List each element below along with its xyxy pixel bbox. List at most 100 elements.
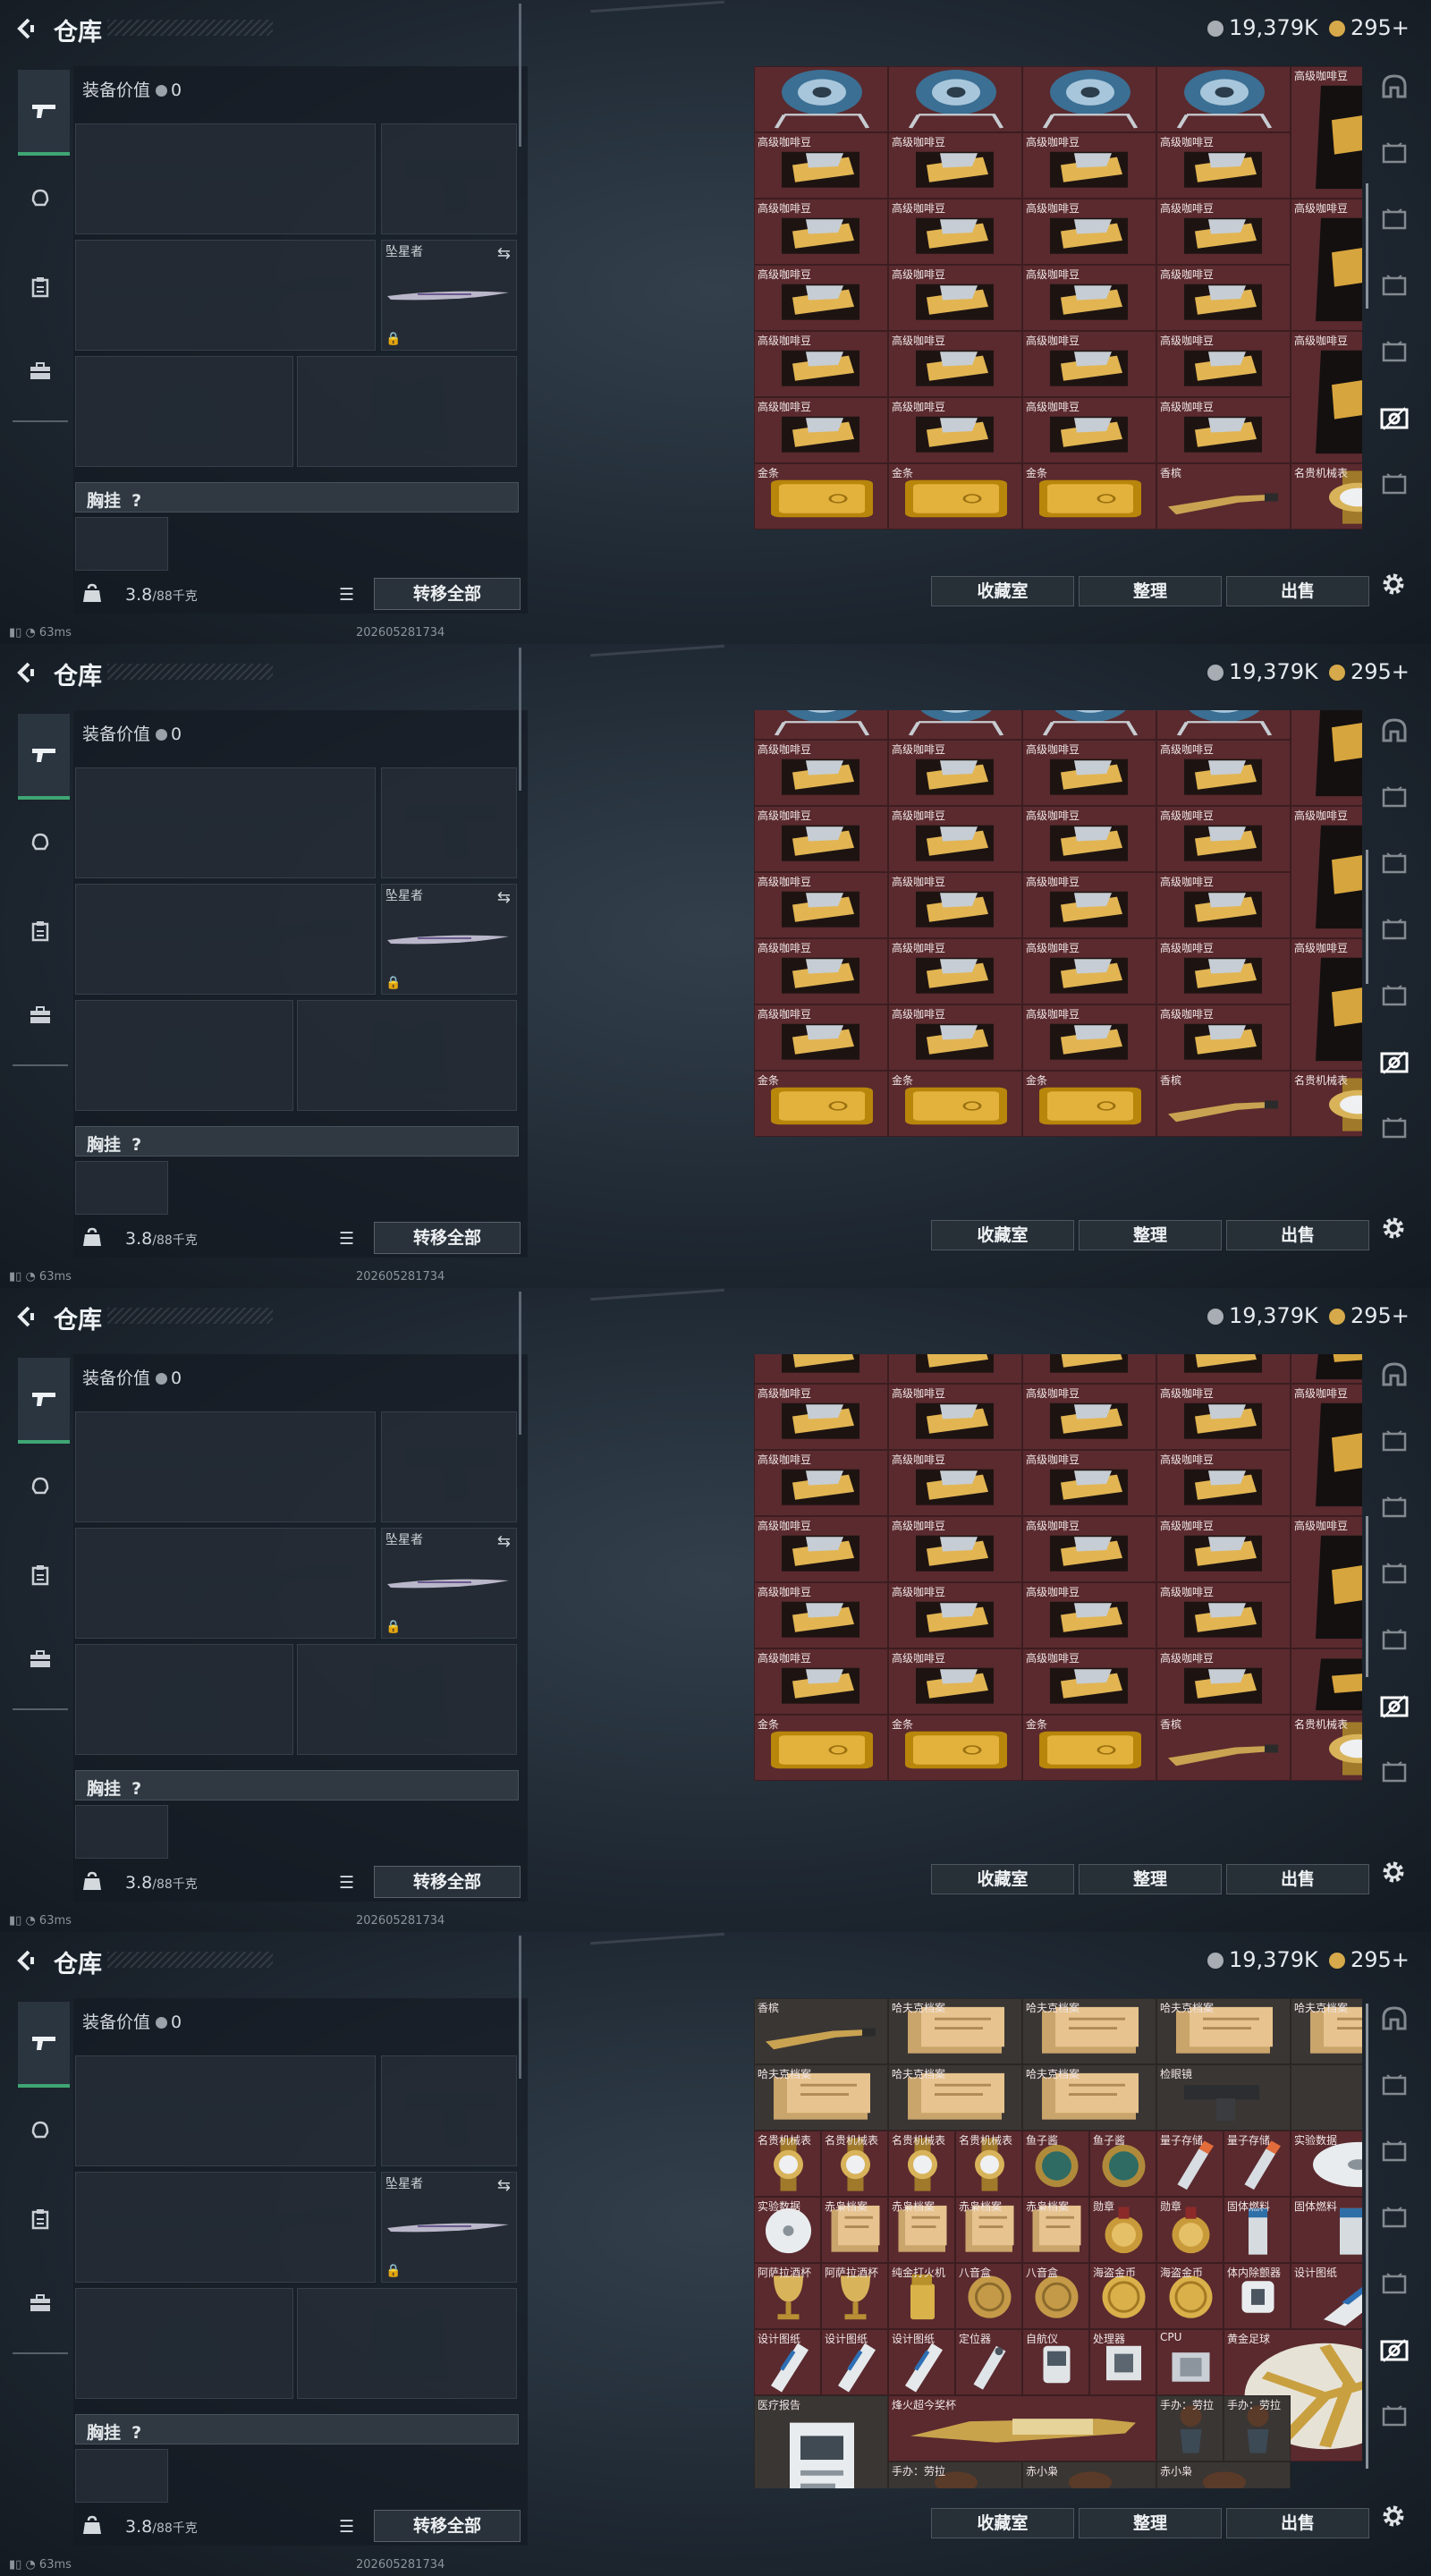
grid-item[interactable]: 处理器: [1089, 2329, 1156, 2395]
grid-item[interactable]: 高级咖啡豆: [1022, 1648, 1156, 1716]
grid-item[interactable]: 高级咖啡豆: [754, 132, 888, 199]
grid-item[interactable]: 实验数据: [754, 2197, 821, 2263]
pistol-slot[interactable]: [381, 123, 517, 234]
secondary-weapon-slot[interactable]: [75, 240, 376, 351]
help-icon[interactable]: ?: [131, 1779, 141, 1799]
grid-item[interactable]: 高级咖啡豆: [888, 1450, 1022, 1517]
grid-item[interactable]: 量子存储: [1156, 2131, 1224, 2197]
grid-item[interactable]: 高级咖啡豆: [888, 265, 1022, 331]
organize-button[interactable]: 整理: [1079, 1864, 1222, 1894]
pistol-slot[interactable]: [381, 2055, 517, 2166]
gtl-icon[interactable]: [1379, 782, 1410, 812]
collection-button[interactable]: 收藏室: [931, 2508, 1074, 2538]
grid-item[interactable]: 勋章: [1156, 2197, 1224, 2263]
tv-icon[interactable]: [1379, 1492, 1410, 1522]
grid-item[interactable]: 香槟: [1156, 463, 1291, 530]
list-icon[interactable]: ☰: [339, 1229, 354, 1249]
sidebar-armor-tab[interactable]: [20, 1465, 61, 1506]
sidebar-armor-tab[interactable]: [20, 821, 61, 862]
grid-item[interactable]: 哈夫克档案: [1291, 1998, 1362, 2064]
equipment-scrollbar[interactable]: [519, 648, 521, 791]
grid-item[interactable]: 高级咖啡豆: [888, 1582, 1022, 1649]
grid-item[interactable]: 高级咖啡豆: [754, 806, 888, 873]
equipment-scrollbar[interactable]: [519, 1292, 521, 1435]
gold-currency[interactable]: 295+: [1329, 1947, 1410, 1972]
sell-button[interactable]: 出售: [1226, 1864, 1369, 1894]
grid-item[interactable]: 高级咖啡豆: [1156, 199, 1291, 265]
gear-icon[interactable]: [1380, 1859, 1407, 1885]
grid-item[interactable]: 高级咖啡豆: [1156, 806, 1291, 873]
grid-item[interactable]: 高级咖啡豆: [1291, 806, 1362, 939]
grid-item[interactable]: 自航仪: [1022, 2329, 1089, 2395]
grid-item[interactable]: 固体燃料: [1224, 2197, 1291, 2263]
grid-item[interactable]: [1022, 710, 1156, 741]
tv-icon[interactable]: [1379, 2136, 1410, 2166]
grid-item[interactable]: 手办：劳拉: [888, 2462, 1022, 2488]
grid-item[interactable]: 赤枭档案: [821, 2197, 888, 2263]
grid-item[interactable]: [1156, 710, 1291, 741]
grid-item[interactable]: 高级咖啡豆: [1156, 1384, 1291, 1451]
grid-item[interactable]: 高级咖啡豆: [1156, 938, 1291, 1005]
grid-item[interactable]: 高级咖啡豆: [754, 872, 888, 939]
secondary-weapon-slot[interactable]: [75, 2172, 376, 2283]
primary-weapon-slot[interactable]: [75, 123, 376, 234]
grid-item[interactable]: 赤枭档案: [955, 2197, 1022, 2263]
camera-icon[interactable]: [1379, 1046, 1410, 1077]
grid-item[interactable]: 烽火超今奖杯: [888, 2395, 1156, 2462]
grid-item[interactable]: 海盗金币: [1089, 2263, 1156, 2329]
grid-item[interactable]: 高级咖啡豆: [1022, 1004, 1156, 1072]
grid-item[interactable]: 高级咖啡豆: [888, 1648, 1022, 1716]
help-icon[interactable]: ?: [131, 1135, 141, 1155]
chest-rig-header[interactable]: 胸挂 ?: [75, 1126, 519, 1157]
grid-item[interactable]: [1022, 1354, 1156, 1385]
grid-item[interactable]: 高级咖啡豆: [888, 938, 1022, 1005]
grid-item[interactable]: 手办：劳拉: [1224, 2395, 1291, 2462]
list-icon[interactable]: ☰: [339, 2517, 354, 2537]
grid-item[interactable]: 高级咖啡豆: [1156, 872, 1291, 939]
grid-item[interactable]: 哈夫克档案: [1022, 1998, 1156, 2064]
grid-item[interactable]: 高级咖啡豆: [1022, 1582, 1156, 1649]
camera-icon[interactable]: [1379, 402, 1410, 433]
grid-item[interactable]: 高级咖啡豆: [1291, 199, 1362, 331]
grid-item[interactable]: 高级咖啡豆: [1022, 740, 1156, 807]
grid-item[interactable]: 设计图纸: [754, 2329, 821, 2395]
primary-weapon-slot[interactable]: [75, 2055, 376, 2166]
helmet-slot[interactable]: [75, 1000, 293, 1111]
chest-rig-header[interactable]: 胸挂 ?: [75, 2414, 519, 2445]
grid-item[interactable]: 高级咖啡豆: [888, 331, 1022, 397]
grid-item[interactable]: 香槟: [1156, 1715, 1291, 1782]
grid-item[interactable]: 名贵机械表: [754, 2131, 821, 2197]
grid-item[interactable]: 设计图纸: [888, 2329, 955, 2395]
grid-item[interactable]: 高级咖啡豆: [1291, 1516, 1362, 1649]
melee-slot[interactable]: 坠星者 ⇆ 🔒: [381, 240, 517, 351]
helmet-slot[interactable]: [75, 2288, 293, 2399]
sidebar-backpack-tab[interactable]: [20, 351, 61, 392]
melee-slot[interactable]: 坠星者 ⇆ 🔒: [381, 884, 517, 995]
grid-item[interactable]: 高级咖啡豆: [888, 1004, 1022, 1072]
grid-item[interactable]: 高级咖啡豆: [754, 1648, 888, 1716]
grid-item[interactable]: 金条: [888, 1715, 1022, 1782]
tv2-icon[interactable]: [1379, 1558, 1410, 1589]
grid-item[interactable]: 高级咖啡豆: [1156, 132, 1291, 199]
grid-item[interactable]: 高级咖啡豆: [1156, 1004, 1291, 1072]
collection-button[interactable]: 收藏室: [931, 1220, 1074, 1250]
armor-slot[interactable]: [297, 356, 517, 467]
grid-item[interactable]: 手办：劳拉: [1156, 2395, 1224, 2462]
grid-item[interactable]: [1156, 66, 1291, 132]
grid-item[interactable]: 高级咖啡豆: [888, 872, 1022, 939]
grid-item[interactable]: 高级咖啡豆: [888, 397, 1022, 463]
grid-item[interactable]: 高级咖啡豆: [1156, 265, 1291, 331]
stash-scrollbar[interactable]: [1366, 2004, 1368, 2469]
grid-item[interactable]: 设计图纸: [821, 2329, 888, 2395]
grid-item[interactable]: [1156, 1354, 1291, 1385]
grid-item[interactable]: 高级咖啡豆: [1291, 938, 1362, 1072]
grid-item[interactable]: 高级咖啡豆: [1022, 938, 1156, 1005]
transfer-all-button[interactable]: 转移全部: [374, 2510, 521, 2542]
grid-item[interactable]: 高级咖啡豆: [888, 806, 1022, 873]
grid-item[interactable]: 鱼子酱: [1022, 2131, 1089, 2197]
grid-item[interactable]: [888, 1354, 1022, 1385]
grid-item[interactable]: 高级咖啡豆: [1022, 199, 1156, 265]
grid-item[interactable]: 高级咖啡豆: [1022, 872, 1156, 939]
grid-item[interactable]: 高级咖啡豆: [1022, 1450, 1156, 1517]
grid-item[interactable]: 高级咖啡豆: [888, 1384, 1022, 1451]
